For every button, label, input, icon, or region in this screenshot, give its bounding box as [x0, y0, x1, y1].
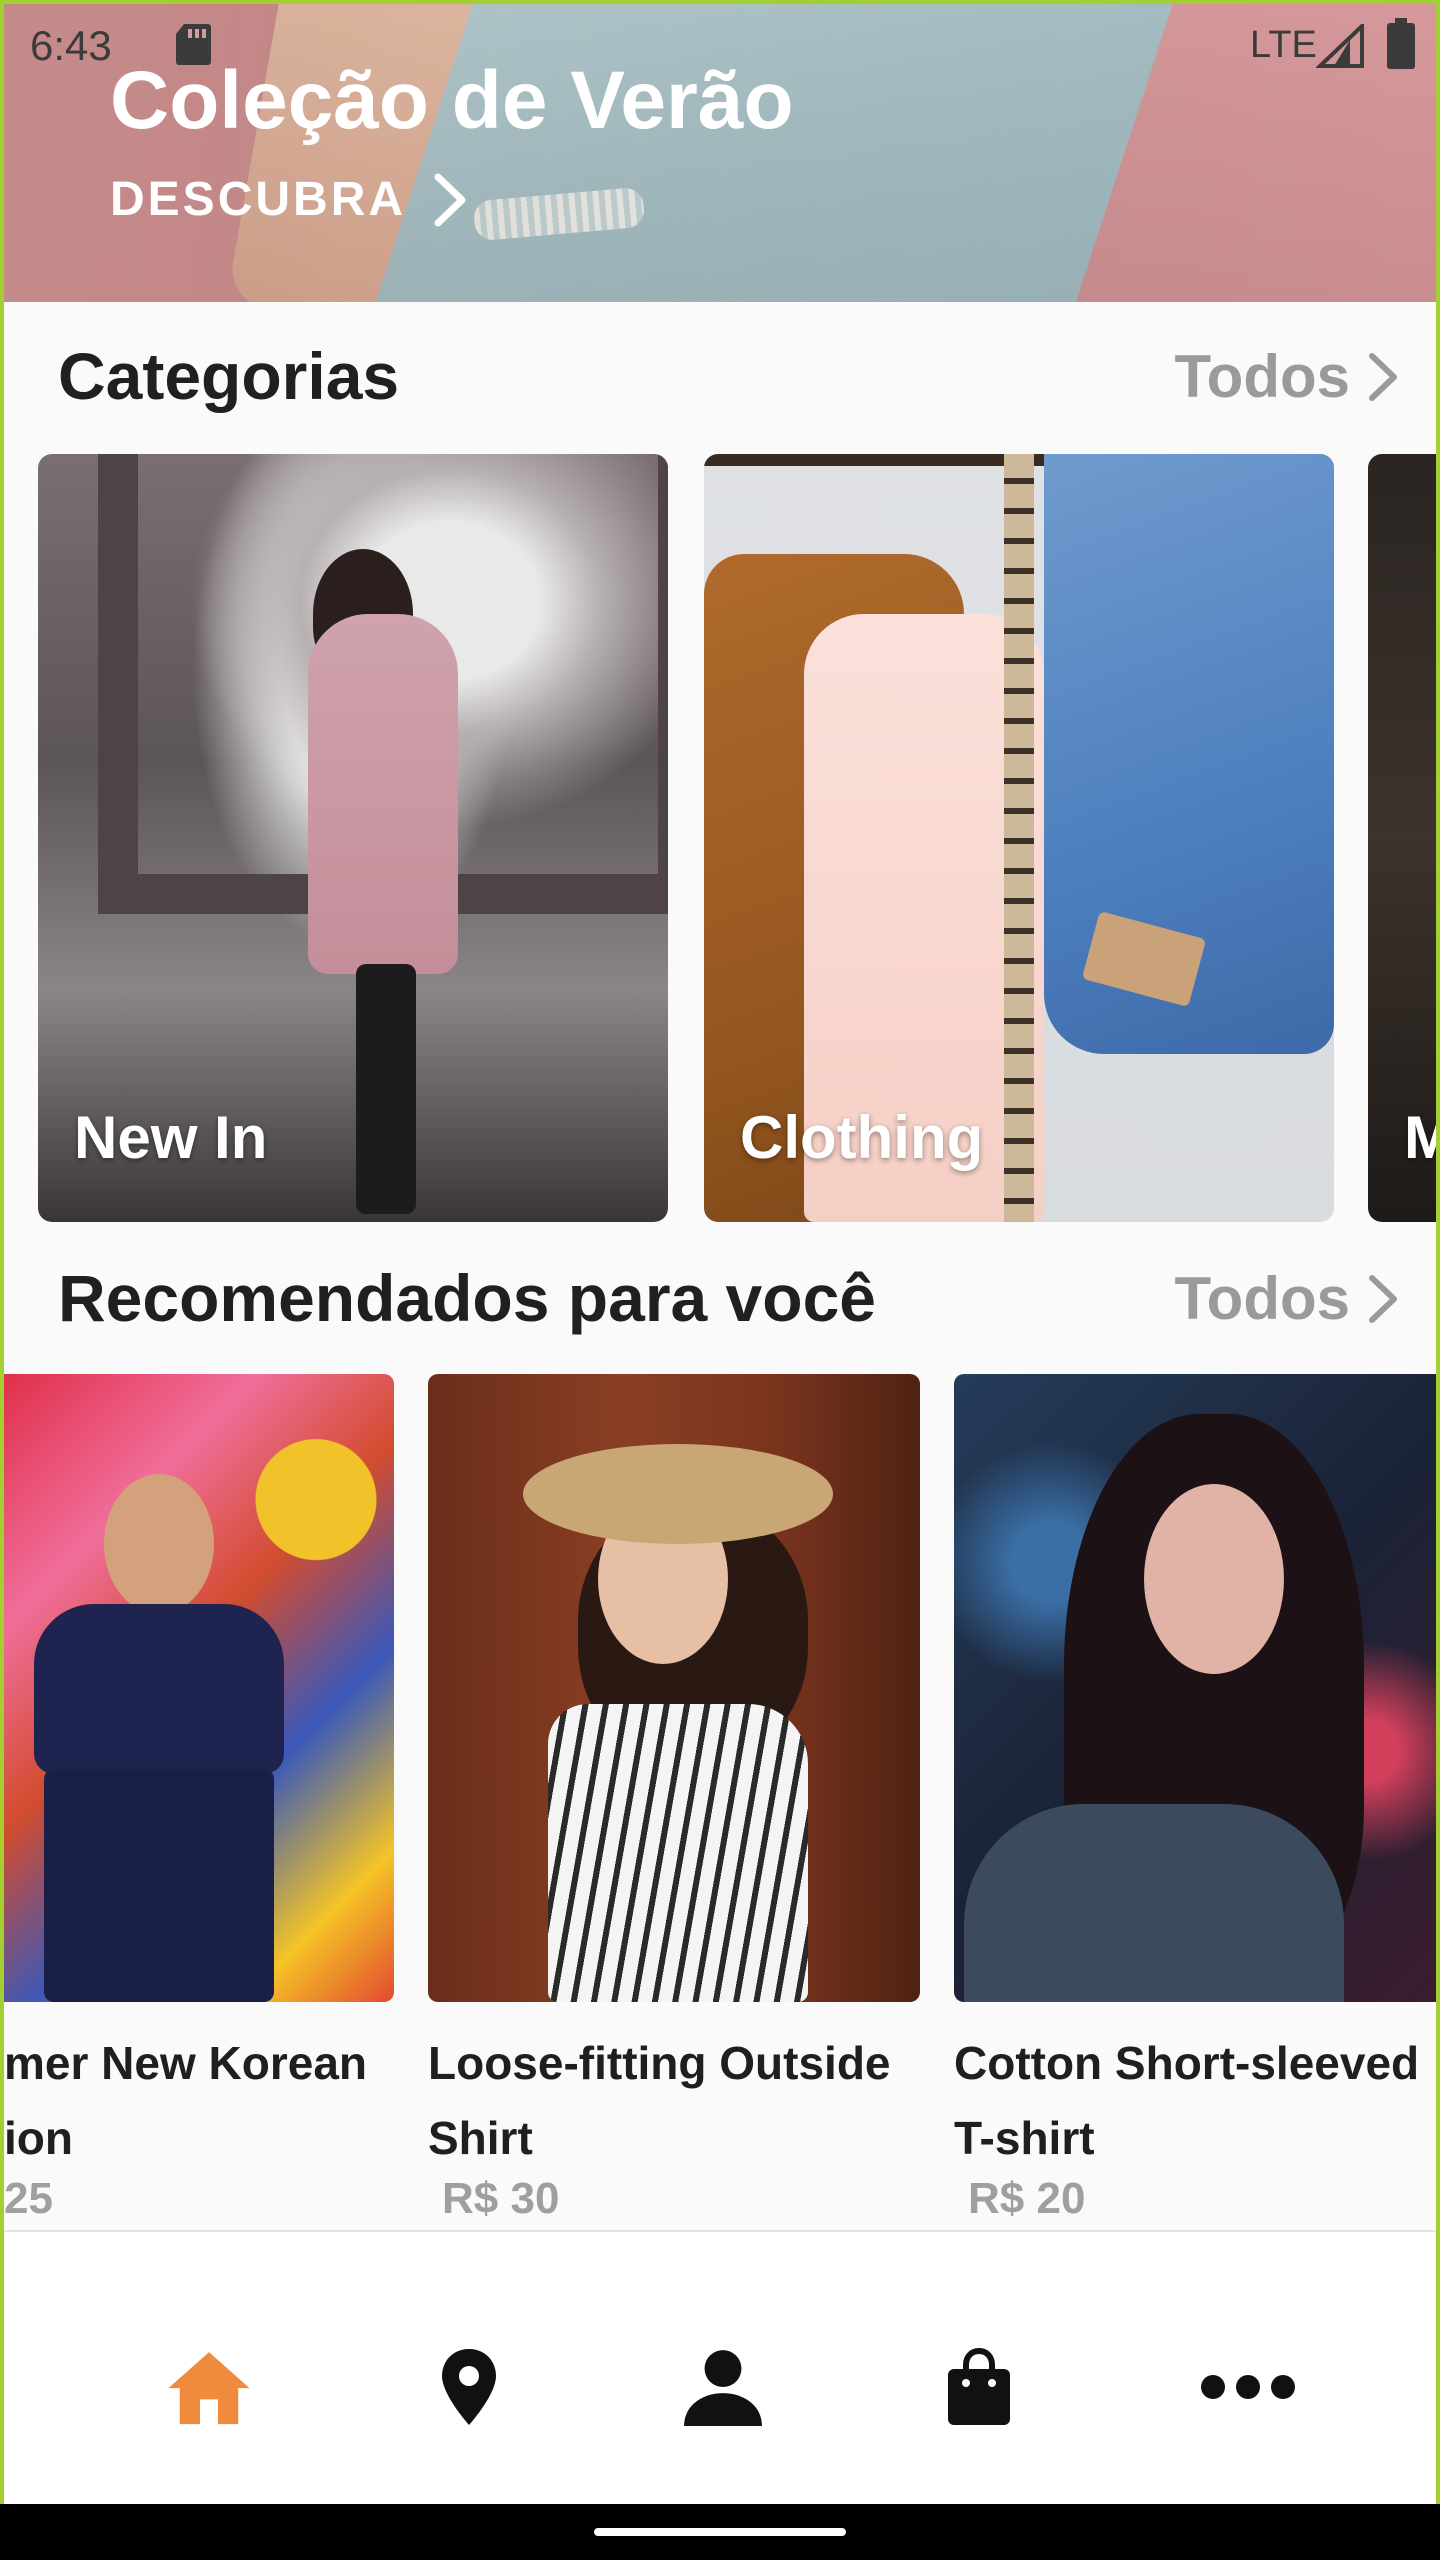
product-name: Cotton Short-sleeved T-shirt: [954, 2037, 1420, 2164]
nav-home[interactable]: [164, 2342, 254, 2432]
photo-face: [1144, 1484, 1284, 1674]
category-label: M: [1404, 1103, 1436, 1172]
see-all-label: Todos: [1174, 1265, 1350, 1332]
sd-card-icon: [176, 24, 211, 65]
location-icon: [442, 2349, 496, 2425]
photo-hat: [523, 1444, 833, 1544]
category-card-partial[interactable]: M: [1368, 454, 1436, 1222]
discover-label: DESCUBRA: [110, 173, 407, 226]
home-icon: [168, 2352, 250, 2425]
product-price: R$ 30: [442, 2174, 560, 2223]
status-time: 6:43: [30, 22, 112, 69]
nav-profile[interactable]: [678, 2342, 768, 2432]
product-photo: [4, 1374, 394, 2002]
categories-header: Categorias Todos: [4, 338, 1436, 418]
categories-see-all-link[interactable]: Todos: [1174, 342, 1400, 411]
shopping-bag-icon: [948, 2347, 1010, 2425]
discover-button[interactable]: DESCUBRA: [110, 172, 470, 227]
product-price: R$ 20: [968, 2174, 1086, 2223]
category-label: Clothing: [740, 1104, 984, 1171]
recommended-title: Recomendados para você: [58, 1261, 876, 1335]
photo-legs: [356, 964, 416, 1214]
network-type: LTE: [1250, 24, 1317, 66]
photo-coat: [308, 614, 458, 974]
product-photo: [954, 1374, 1436, 2002]
status-bar: 6:43 LTE: [4, 4, 1436, 88]
chevron-right-icon: [434, 173, 466, 226]
chevron-right-icon: [1369, 352, 1397, 401]
product-price: 25: [4, 2174, 53, 2223]
photo-belt: [1004, 454, 1034, 1222]
bottom-navigation: [4, 2230, 1436, 2504]
category-label: New In: [74, 1104, 268, 1171]
category-card-clothing[interactable]: Clothing: [704, 454, 1334, 1222]
recommended-see-all-link[interactable]: Todos: [1174, 1264, 1400, 1333]
signal-icon: [1316, 24, 1364, 68]
gesture-navigation-bar[interactable]: [594, 2528, 846, 2536]
photo-shirt: [34, 1604, 284, 1774]
battery-icon: [1387, 18, 1415, 69]
product-photo: [428, 1374, 920, 2002]
category-card-new-in[interactable]: New In: [38, 454, 668, 1222]
nav-location[interactable]: [424, 2342, 514, 2432]
app-screen: Coleção de Verão DESCUBRA 6:43 LTE Categ…: [0, 0, 1440, 2504]
photo-pants: [44, 1769, 274, 2002]
product-name: mer New Korean ion: [4, 2037, 368, 2164]
photo-shoulder: [964, 1804, 1344, 2002]
profile-icon: [684, 2350, 762, 2426]
nav-bag[interactable]: [934, 2342, 1024, 2432]
categories-title: Categorias: [58, 339, 400, 413]
see-all-label: Todos: [1174, 343, 1350, 410]
photo-top: [548, 1704, 808, 2002]
recommended-header: Recomendados para você Todos: [4, 1260, 1436, 1340]
chevron-right-icon: [1369, 1274, 1397, 1323]
nav-more[interactable]: [1198, 2342, 1298, 2432]
product-name: Loose-fitting Outside Shirt: [428, 2037, 891, 2164]
more-icon: [1201, 2375, 1295, 2399]
photo-head: [104, 1474, 214, 1614]
